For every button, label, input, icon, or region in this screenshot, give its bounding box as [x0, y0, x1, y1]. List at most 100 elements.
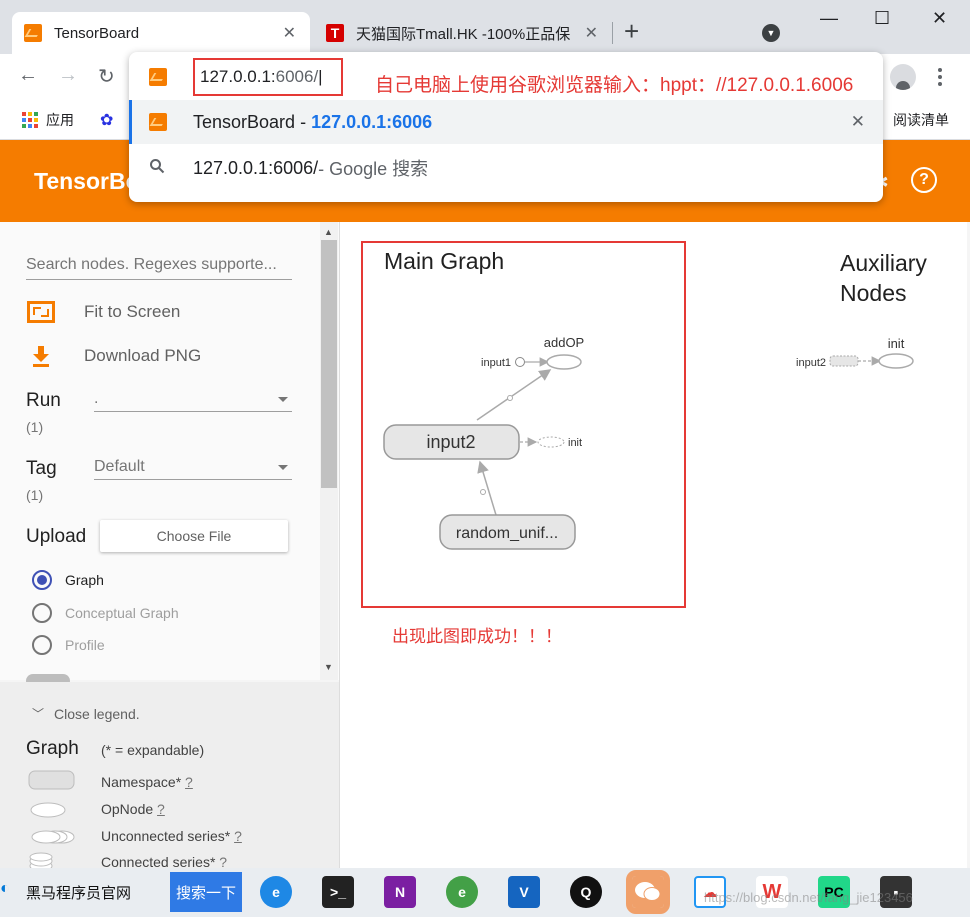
help-link[interactable]: ? [234, 828, 242, 844]
edge-dot [480, 489, 486, 495]
legend-item-connected-series: Connected series* ? [101, 854, 228, 868]
search-icon [149, 158, 167, 179]
new-tab-button[interactable]: + [624, 18, 639, 44]
node-addop-label: addOP [544, 335, 584, 350]
chevron-down-icon: ﹀ [32, 707, 45, 721]
tag-value: Default [94, 458, 145, 475]
url-host: 127.0.0.1: [200, 67, 276, 86]
dropdown-caret-icon [278, 465, 288, 470]
ie-icon[interactable]: e [446, 876, 478, 908]
node-init-small[interactable] [537, 436, 565, 448]
search-nodes-input[interactable]: Search nodes. Regexes supporte... [26, 256, 292, 280]
radio-button-icon [32, 635, 52, 655]
help-icon[interactable]: ? [911, 167, 937, 193]
tag-select[interactable]: Default [94, 458, 292, 480]
run-select[interactable]: . [94, 390, 292, 412]
upload-label: Upload [26, 526, 87, 547]
radio-graph[interactable]: Graph [32, 570, 104, 590]
close-tab-icon[interactable]: ✕ [283, 23, 296, 43]
onenote-icon[interactable]: N [384, 876, 416, 908]
menu-kebab-icon[interactable] [938, 68, 942, 86]
scroll-down-icon[interactable]: ▼ [324, 662, 333, 672]
radio-label: Profile [65, 637, 105, 653]
radio-button-icon [32, 603, 52, 623]
omnibox-input-row[interactable]: 127.0.0.1: 6006/| 自己电脑上使用谷歌浏览器输入：hppt：//1… [129, 56, 883, 98]
close-legend-toggle[interactable]: ﹀ Close legend. [32, 705, 140, 722]
terminal-icon[interactable]: >_ [322, 876, 354, 908]
unconnected-series-icon [31, 830, 75, 844]
omnibox-suggestion-search[interactable]: 127.0.0.1:6006/ - Google 搜索 [129, 148, 883, 188]
tab-title: 天猫国际Tmall.HK -100%正品保 [356, 25, 571, 43]
omnibox-dropdown: 127.0.0.1: 6006/| 自己电脑上使用谷歌浏览器输入：hppt：//1… [129, 52, 883, 202]
radio-conceptual-graph[interactable]: Conceptual Graph [32, 603, 179, 623]
minimize-button[interactable]: — [820, 8, 838, 29]
graph-svg: addOP input1 input2 init random_unif... … [383, 335, 914, 550]
legend-item-unconnected-series: Unconnected series* ? [101, 828, 242, 844]
node-addop[interactable] [546, 354, 582, 370]
watermark: https://blog.csdn.net/fang_jie123456 [704, 890, 913, 905]
visual-studio-icon[interactable]: V [508, 876, 540, 908]
remove-suggestion-icon[interactable]: ✕ [851, 112, 865, 132]
tensorboard-favicon-icon [149, 68, 167, 86]
taskbar-search-button[interactable]: 搜索一下 [170, 872, 242, 912]
fit-to-screen-label: Fit to Screen [84, 302, 181, 321]
profile-avatar-icon[interactable] [890, 64, 916, 90]
help-link[interactable]: ? [219, 854, 227, 868]
reading-list[interactable]: 阅读清单 [893, 110, 949, 130]
search-query: 127.0.0.1:6006/ [193, 157, 319, 178]
radio-profile[interactable]: Profile [32, 635, 105, 655]
tab-tmall[interactable]: T 天猫国际Tmall.HK -100%正品保 ✕ [314, 12, 612, 54]
apps-grid-icon [22, 112, 38, 128]
legend-expandable-note: (* = expandable) [101, 742, 205, 758]
download-png-button[interactable]: Download PNG [26, 344, 201, 368]
choose-file-button[interactable]: Choose File [100, 520, 288, 552]
tab-separator [612, 22, 613, 44]
legend-title: Graph [26, 738, 79, 759]
fit-screen-icon [26, 300, 56, 324]
close-window-button[interactable]: ✕ [932, 8, 947, 29]
taskbar-site-label[interactable]: 黑马程序员官网 [26, 882, 131, 903]
edge-icon[interactable]: e [260, 876, 292, 908]
fit-to-screen-button[interactable]: Fit to Screen [26, 300, 180, 324]
aux-node-input2[interactable] [829, 355, 859, 367]
browser-tab-strip: TensorBoard ✕ T 天猫国际Tmall.HK -100%正品保 ✕ … [0, 0, 970, 54]
tensorboard-favicon-icon [149, 113, 167, 131]
scrollbar-thumb[interactable] [321, 240, 337, 488]
aux-node-input2-label: input2 [796, 357, 826, 369]
tab-tensorboard[interactable]: TensorBoard ✕ [12, 12, 310, 54]
legend-item-opnode: OpNode ? [101, 801, 165, 817]
maximize-button[interactable]: ☐ [874, 8, 890, 29]
help-link[interactable]: ? [185, 774, 193, 790]
forward-button[interactable]: → [58, 64, 78, 87]
wechat-icon[interactable] [626, 870, 670, 914]
close-tab-icon[interactable]: ✕ [585, 23, 598, 43]
run-label: Run [26, 390, 61, 411]
connected-series-icon [29, 852, 53, 868]
node-random-uniform-label: random_unif... [456, 525, 558, 542]
node-input1[interactable] [515, 357, 525, 367]
reload-button[interactable]: ↻ [98, 64, 115, 89]
qq-icon[interactable]: Q [570, 876, 602, 908]
success-annotation: 出现此图即成功！！！ [392, 627, 562, 646]
radio-label: Graph [65, 572, 104, 588]
graph-sidebar: Search nodes. Regexes supporte... Fit to… [0, 222, 340, 868]
back-button[interactable]: ← [18, 64, 38, 87]
url-port: 6006/ [275, 67, 319, 86]
run-count: (1) [26, 419, 44, 435]
graph-legend: ﹀ Close legend. Graph (* = expandable) N… [0, 682, 339, 868]
node-input1-label: input1 [481, 357, 511, 369]
address-bar-input[interactable]: 127.0.0.1: 6006/| [193, 58, 343, 96]
aux-node-init[interactable] [878, 353, 914, 369]
omnibox-suggestion-tensorboard[interactable]: TensorBoard - 127.0.0.1:6006 ✕ [129, 100, 883, 144]
graph-canvas[interactable]: Main Graph Auxiliary Nodes addOP input1 i… [340, 222, 970, 868]
tmall-favicon-icon: T [326, 24, 344, 42]
help-link[interactable]: ? [157, 801, 165, 817]
node-init-small-label: init [568, 437, 582, 449]
baidu-paw-icon[interactable]: ✿ [100, 110, 113, 130]
bookmark-apps[interactable]: 应用 [22, 110, 74, 130]
suggestion-separator: - [295, 111, 312, 132]
tag-label: Tag [26, 458, 57, 479]
ie-search-icon[interactable]: ◐ [0, 880, 10, 898]
tab-search-icon[interactable]: ▼ [762, 24, 780, 42]
scroll-up-icon[interactable]: ▲ [324, 227, 333, 237]
